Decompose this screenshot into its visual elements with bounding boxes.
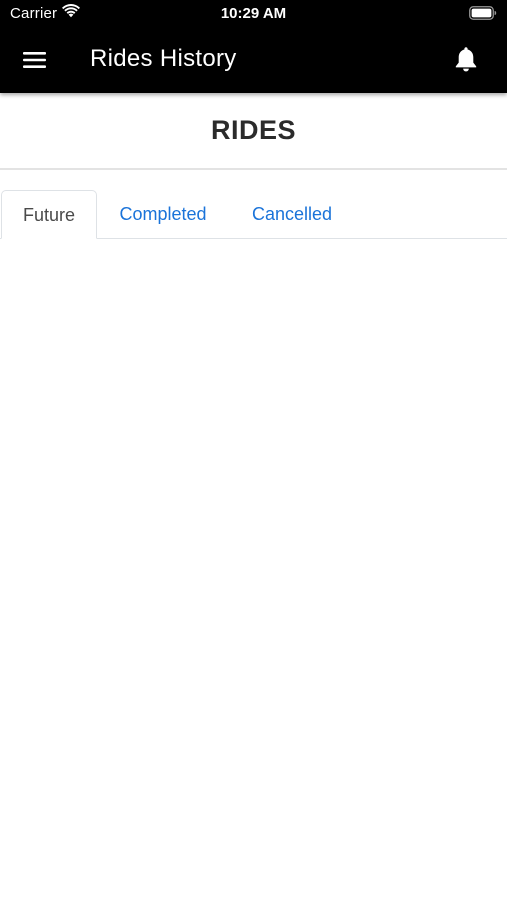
tab-completed[interactable]: Completed: [108, 190, 218, 239]
hamburger-menu-icon[interactable]: [20, 48, 50, 72]
ride-tabs: Future Completed Cancelled: [0, 190, 507, 239]
clock: 10:29 AM: [220, 5, 287, 22]
rides-heading-section: RIDES: [0, 93, 507, 170]
tab-content-area: [0, 239, 507, 900]
app-bar: Rides History: [0, 28, 507, 93]
bell-icon[interactable]: [453, 45, 479, 73]
tab-future[interactable]: Future: [1, 190, 97, 239]
status-bar: Carrier 10:29 AM: [0, 0, 507, 28]
tab-cancelled[interactable]: Cancelled: [240, 190, 344, 239]
rides-heading: RIDES: [210, 115, 297, 145]
battery-icon: [469, 6, 497, 20]
page-title: Rides History: [90, 45, 237, 72]
